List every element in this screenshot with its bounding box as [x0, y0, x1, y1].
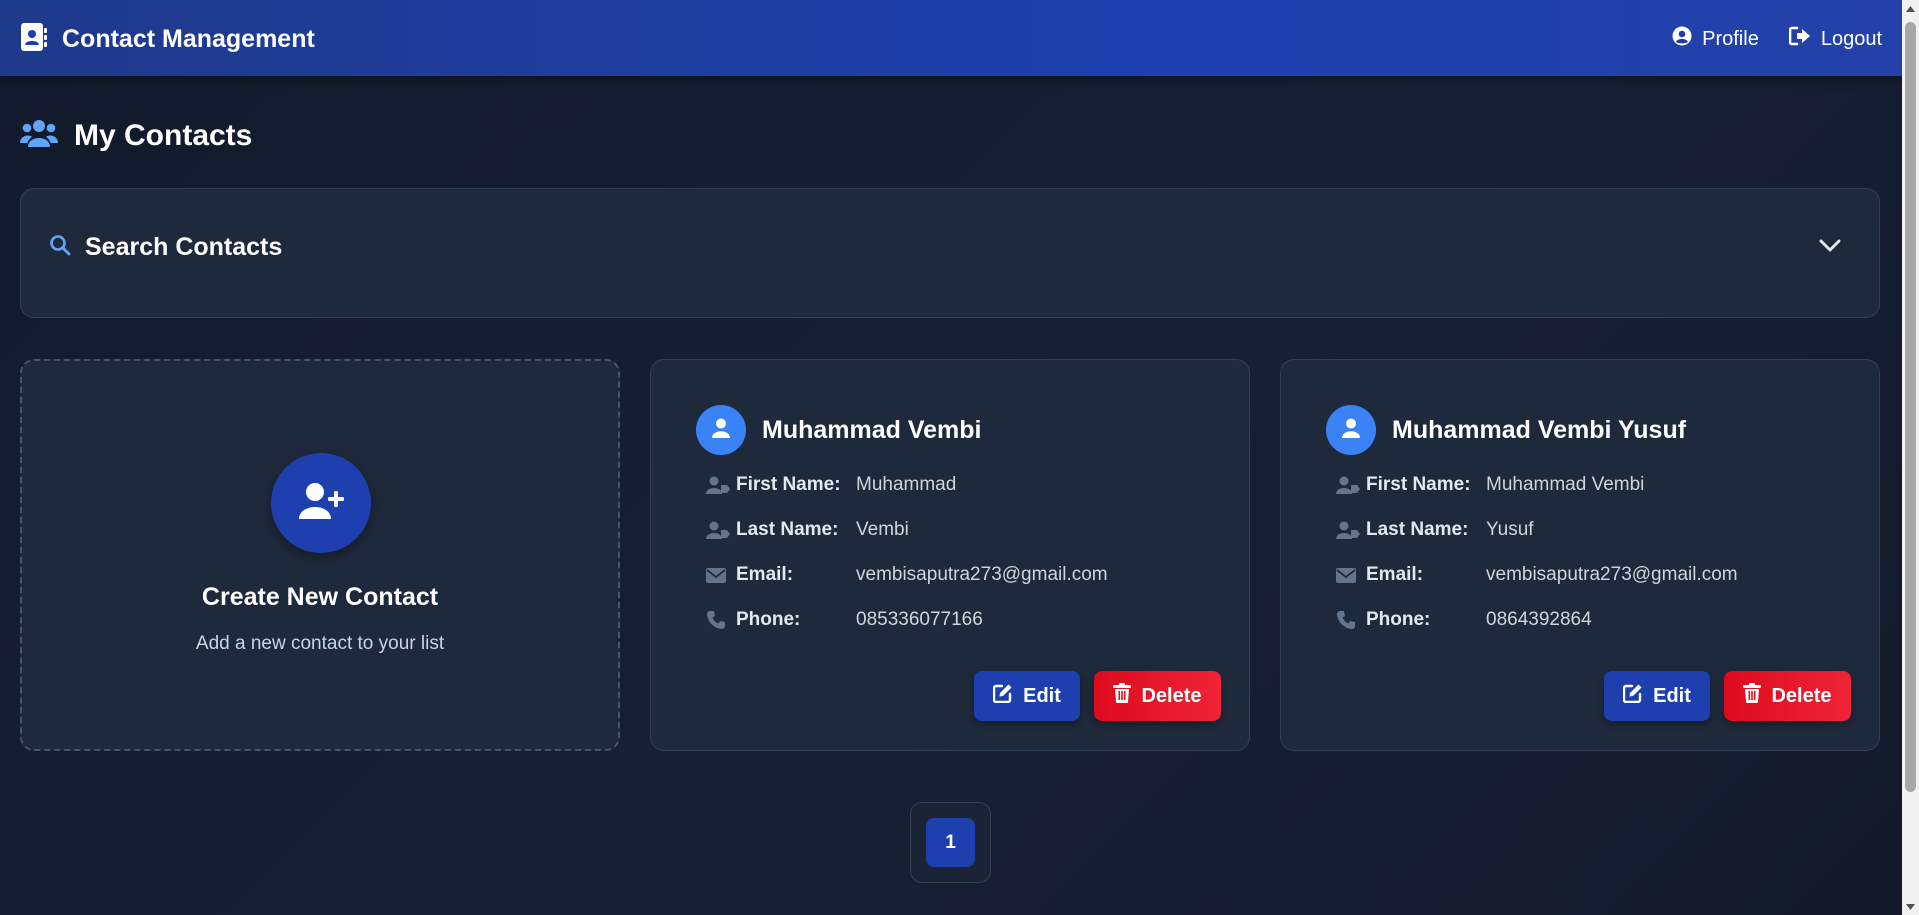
search-toggle[interactable]: Search Contacts [49, 233, 282, 262]
edit-label: Edit [1653, 684, 1691, 707]
page-background: Contact Management Profile Logout My Con… [0, 0, 1902, 915]
delete-button[interactable]: Delete [1094, 671, 1221, 721]
nav-links: Profile Logout [1672, 26, 1882, 52]
edit-button[interactable]: Edit [974, 671, 1080, 721]
last-name-field: Last Name: Yusuf [1336, 517, 1534, 543]
search-icon [49, 234, 71, 261]
phone-value: 085336077166 [856, 609, 983, 630]
scroll-down-arrow-icon[interactable] [1902, 898, 1919, 915]
user-tag-icon [706, 521, 730, 539]
first-name-field: First Name: Muhammad [706, 472, 956, 498]
first-name-label: First Name: [736, 474, 841, 495]
page-heading: My Contacts [20, 117, 252, 154]
first-name-label: First Name: [1366, 474, 1471, 495]
search-title: Search Contacts [85, 233, 283, 261]
phone-field: Phone: 085336077166 [706, 607, 983, 633]
profile-label: Profile [1702, 27, 1759, 50]
phone-label: Phone: [736, 609, 801, 630]
phone-icon [1336, 610, 1360, 630]
last-name-value: Yusuf [1486, 519, 1534, 540]
user-plus-icon [298, 481, 344, 526]
last-name-label: Last Name: [736, 519, 839, 540]
contact-name: Muhammad Vembi [762, 415, 982, 444]
email-label: Email: [1366, 564, 1424, 585]
email-label: Email: [736, 564, 794, 585]
create-contact-circle [271, 453, 371, 553]
logout-label: Logout [1820, 27, 1882, 50]
user-icon [1342, 418, 1360, 443]
chevron-down-icon[interactable] [1819, 239, 1841, 258]
brand[interactable]: Contact Management [20, 22, 315, 57]
create-contact-subtitle: Add a new contact to your list [195, 633, 445, 654]
user-tag-icon [1336, 521, 1360, 539]
envelope-icon [706, 567, 730, 583]
user-circle-icon [1672, 26, 1692, 52]
first-name-field: First Name: Muhammad Vembi [1336, 472, 1644, 498]
email-value: vembisaputra273@gmail.com [856, 564, 1108, 585]
scroll-up-arrow-icon[interactable] [1902, 0, 1919, 17]
users-icon [20, 117, 58, 154]
avatar [1326, 405, 1376, 455]
phone-icon [706, 610, 730, 630]
page-title: My Contacts [74, 118, 253, 152]
address-book-icon [20, 22, 48, 57]
user-tag-icon [1336, 476, 1360, 494]
contact-card: Muhammad Vembi First Name: Muhammad Last… [650, 359, 1250, 751]
scrollbar-thumb[interactable] [1905, 22, 1916, 792]
sign-out-icon [1788, 26, 1811, 52]
navbar: Contact Management Profile Logout [0, 0, 1902, 76]
user-icon [712, 418, 730, 443]
trash-icon [1743, 683, 1762, 709]
first-name-value: Muhammad Vembi [1486, 474, 1645, 495]
contact-header: Muhammad Vembi [696, 405, 982, 455]
edit-button[interactable]: Edit [1604, 671, 1710, 721]
page-button-1[interactable]: 1 [926, 818, 975, 867]
avatar [696, 405, 746, 455]
vertical-scrollbar[interactable] [1902, 0, 1919, 915]
edit-label: Edit [1023, 684, 1061, 707]
last-name-field: Last Name: Vembi [706, 517, 909, 543]
contact-card: Muhammad Vembi Yusuf First Name: Muhamma… [1280, 359, 1880, 751]
phone-label: Phone: [1366, 609, 1431, 630]
delete-button[interactable]: Delete [1724, 671, 1851, 721]
edit-icon [1622, 683, 1643, 709]
profile-link[interactable]: Profile [1672, 26, 1759, 52]
search-panel: Search Contacts [20, 188, 1880, 318]
delete-label: Delete [1771, 684, 1832, 707]
pagination: 1 [910, 802, 991, 883]
email-field: Email: vembisaputra273@gmail.com [706, 562, 1108, 588]
logout-link[interactable]: Logout [1788, 26, 1882, 52]
first-name-value: Muhammad [856, 474, 957, 495]
email-field: Email: vembisaputra273@gmail.com [1336, 562, 1738, 588]
delete-label: Delete [1141, 684, 1202, 707]
app-title: Contact Management [62, 25, 315, 53]
trash-icon [1113, 683, 1132, 709]
envelope-icon [1336, 567, 1360, 583]
contact-header: Muhammad Vembi Yusuf [1326, 405, 1686, 455]
edit-icon [992, 683, 1013, 709]
user-tag-icon [706, 476, 730, 494]
last-name-value: Vembi [856, 519, 909, 540]
phone-field: Phone: 0864392864 [1336, 607, 1592, 633]
phone-value: 0864392864 [1486, 609, 1592, 630]
create-contact-card[interactable]: Create New Contact Add a new contact to … [20, 359, 620, 751]
last-name-label: Last Name: [1366, 519, 1469, 540]
create-contact-title: Create New Contact [201, 583, 439, 611]
email-value: vembisaputra273@gmail.com [1486, 564, 1738, 585]
contact-name: Muhammad Vembi Yusuf [1392, 415, 1687, 444]
